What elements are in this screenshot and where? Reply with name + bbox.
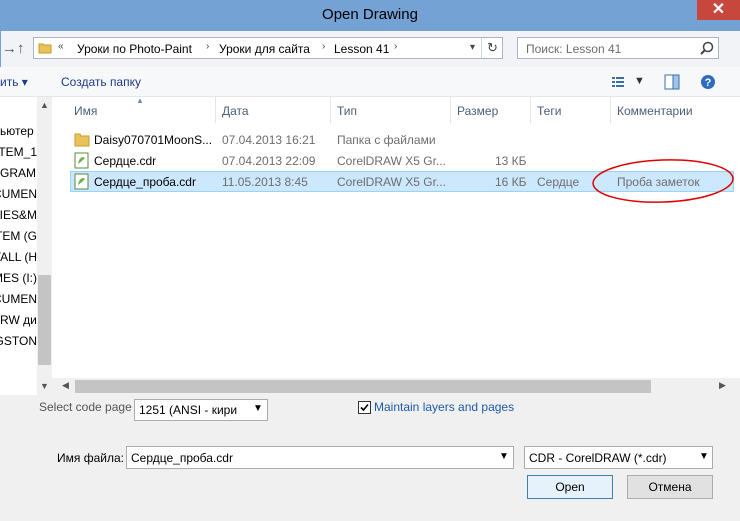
file-name: Сердце_проба.cdr	[94, 175, 196, 189]
nav-item-rw-drive[interactable]: RW ди	[0, 310, 37, 331]
maintain-layers-label[interactable]: Maintain layers and pages	[374, 400, 514, 414]
column-divider[interactable]	[610, 97, 611, 123]
forward-button[interactable]: →	[2, 40, 17, 57]
scroll-down-icon[interactable]: ▼	[40, 381, 49, 391]
open-button[interactable]: Open	[527, 475, 613, 499]
breadcrumb-site-lessons[interactable]: Уроки для сайта	[219, 42, 310, 56]
chevron-down-icon[interactable]: ▼	[699, 451, 709, 462]
address-bar[interactable]: « Уроки по Photo-Paint › Уроки для сайта…	[33, 37, 503, 59]
window-title: Open Drawing	[322, 6, 418, 23]
chevron-right-icon[interactable]: ›	[322, 41, 325, 52]
column-header-name[interactable]: Имя	[74, 104, 97, 118]
search-icon[interactable]	[698, 40, 716, 58]
file-size: 13 КБ	[495, 154, 527, 168]
view-dropdown-icon[interactable]: ▼	[634, 75, 645, 87]
sort-ascending-icon: ▲	[136, 96, 144, 105]
address-dropdown-icon[interactable]: ▾	[470, 42, 475, 53]
cancel-button[interactable]: Отмена	[627, 475, 713, 499]
file-size: 16 КБ	[495, 175, 527, 189]
chevron-right-icon[interactable]: ›	[206, 41, 209, 52]
maintain-layers-checkbox[interactable]	[358, 401, 371, 414]
column-header-comments[interactable]: Комментарии	[617, 104, 693, 118]
view-options-icon[interactable]	[611, 75, 625, 92]
column-header-type[interactable]: Тип	[337, 104, 357, 118]
file-date: 07.04.2013 22:09	[222, 154, 316, 168]
chevron-down-icon[interactable]: ▼	[499, 451, 509, 462]
search-input[interactable]: Поиск: Lesson 41	[526, 42, 621, 56]
breadcrumb-photo-paint[interactable]: Уроки по Photo-Paint	[77, 42, 192, 56]
folder-icon	[74, 132, 90, 150]
cdr-file-icon	[74, 152, 89, 172]
nav-item-documents-2[interactable]: CUMEN	[0, 289, 37, 310]
new-folder-button[interactable]: Создать папку	[61, 75, 141, 89]
file-type: CorelDRAW X5 Gr...	[337, 175, 446, 189]
chevron-down-icon[interactable]: ▼	[253, 403, 263, 414]
organize-menu[interactable]: ить ▾	[0, 75, 28, 89]
file-name: Сердце.cdr	[94, 154, 157, 168]
column-divider[interactable]	[215, 97, 216, 123]
preview-pane-icon[interactable]	[664, 74, 680, 93]
filename-input[interactable]: Сердце_проба.cdr	[131, 451, 233, 465]
checkmark-icon	[360, 403, 369, 412]
column-header-date[interactable]: Дата	[222, 104, 249, 118]
file-type: CorelDRAW X5 Gr...	[337, 154, 446, 168]
nav-item-movies[interactable]: VIES&M	[0, 205, 37, 226]
scroll-left-icon[interactable]: ◀	[62, 380, 69, 391]
file-date: 11.05.2013 8:45	[222, 175, 308, 189]
nav-item-games-i[interactable]: MES (I:)	[0, 268, 37, 289]
nav-item-program[interactable]: GRAM	[0, 163, 37, 184]
file-type: Папка с файлами	[337, 133, 436, 147]
filename-field[interactable]: Сердце_проба.cdr ▼	[126, 446, 514, 469]
up-button[interactable]: ↑	[17, 40, 25, 57]
file-tags: Сердце	[537, 175, 580, 189]
file-row[interactable]: Daisy070701MoonS... 07.04.2013 16:21 Пап…	[70, 129, 734, 150]
nav-item-kingston[interactable]: GSTON	[0, 331, 37, 352]
nav-item-system-g[interactable]: TEM (G	[0, 226, 37, 247]
nav-item-system[interactable]: TEM_1	[0, 142, 37, 163]
scroll-right-icon[interactable]: ▶	[719, 380, 726, 391]
column-divider[interactable]	[450, 97, 451, 123]
nav-item-install-h[interactable]: TALL (H	[0, 247, 37, 268]
help-icon[interactable]: ?	[700, 74, 716, 93]
filename-label: Имя файла:	[57, 451, 124, 465]
annotation-ellipse	[592, 159, 734, 203]
refresh-button[interactable]: ↻	[481, 38, 503, 58]
file-name: Daisy070701MoonS...	[94, 133, 213, 147]
nav-item-computer[interactable]: ьютер	[0, 121, 37, 142]
filetype-select[interactable]: CDR - CorelDRAW (*.cdr) ▼	[524, 446, 713, 469]
codepage-value: 1251 (ANSI - кири	[139, 403, 238, 417]
chevron-right-icon[interactable]: ›	[394, 41, 397, 52]
codepage-select[interactable]: 1251 (ANSI - кири ▼	[134, 399, 268, 421]
search-box[interactable]: Поиск: Lesson 41	[517, 37, 719, 59]
codepage-label: Select code page	[39, 400, 132, 414]
breadcrumb-overflow-icon[interactable]: «	[58, 41, 64, 52]
scroll-up-icon[interactable]: ▲	[40, 100, 49, 110]
breadcrumb-lesson-41[interactable]: Lesson 41	[334, 42, 389, 56]
column-header-tags[interactable]: Теги	[537, 104, 561, 118]
close-button[interactable]: ✕	[697, 0, 740, 20]
horizontal-scrollbar-thumb[interactable]	[75, 380, 651, 393]
svg-text:?: ?	[705, 77, 712, 89]
file-date: 07.04.2013 16:21	[222, 133, 316, 147]
cdr-file-icon	[74, 173, 89, 193]
column-header-size[interactable]: Размер	[457, 104, 498, 118]
folder-icon	[38, 41, 52, 58]
column-divider[interactable]	[330, 97, 331, 123]
navigation-pane[interactable]: ьютер TEM_1 GRAM CUMEN VIES&M TEM (G TAL…	[0, 97, 37, 395]
nav-item-documents[interactable]: CUMEN	[0, 184, 37, 205]
column-divider[interactable]	[530, 97, 531, 123]
filetype-value: CDR - CorelDRAW (*.cdr)	[529, 451, 667, 465]
nav-scrollbar-thumb[interactable]	[38, 275, 51, 365]
